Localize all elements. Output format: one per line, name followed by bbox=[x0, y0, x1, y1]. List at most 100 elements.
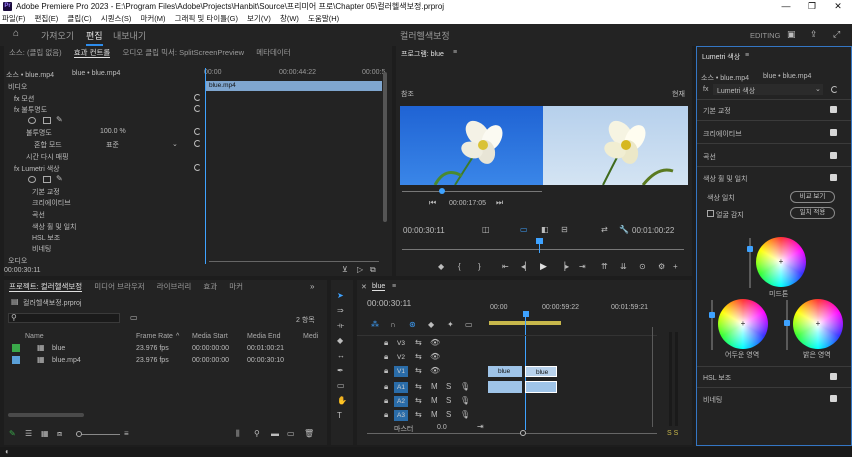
timeline-timecode[interactable]: 00:00:30:11 bbox=[367, 298, 411, 308]
step-back-frame-icon[interactable]: ◂▏ bbox=[521, 263, 531, 271]
editing-label[interactable]: EDITING bbox=[750, 31, 780, 40]
ellipse-mask-icon[interactable] bbox=[28, 117, 36, 124]
tab-audio-mixer[interactable]: 오디오 클립 믹서: SplitScreenPreview bbox=[122, 48, 244, 57]
pen-mask-icon[interactable]: ✎ bbox=[56, 116, 63, 124]
track-a1[interactable]: A1 bbox=[394, 382, 408, 393]
tab-effects[interactable]: 효과 bbox=[203, 282, 217, 291]
pen-mask-icon[interactable]: ✎ bbox=[56, 175, 63, 183]
track-a3[interactable]: A3 bbox=[394, 410, 408, 421]
ec-playhead[interactable] bbox=[205, 68, 206, 264]
menu-help[interactable]: 도움말(H) bbox=[308, 14, 339, 23]
ec-vignette[interactable]: 비네팅 bbox=[32, 244, 51, 254]
add-button-icon[interactable]: + bbox=[673, 263, 678, 271]
tab-effect-controls[interactable]: 효과 컨트롤 bbox=[73, 48, 111, 58]
wheels-enable-checkbox[interactable] bbox=[830, 174, 837, 181]
automate-icon[interactable]: ⫼ bbox=[236, 430, 240, 438]
open-icon[interactable]: ⧉ bbox=[370, 266, 376, 274]
program-playhead-handle[interactable] bbox=[536, 238, 543, 244]
rect-mask-icon[interactable] bbox=[43, 117, 51, 124]
col-media-more[interactable]: Medi bbox=[303, 333, 318, 340]
section-color-wheels[interactable]: 색상 휠 및 일치 bbox=[703, 174, 747, 184]
highlights-wheel[interactable]: + bbox=[793, 299, 843, 349]
maximize-button[interactable]: ❐ bbox=[799, 0, 825, 13]
lock-icon[interactable]: 🔒︎ bbox=[384, 411, 388, 419]
menu-marker[interactable]: 마커(M) bbox=[141, 14, 166, 23]
col-name[interactable]: Name bbox=[25, 333, 44, 340]
lock-icon[interactable]: 🔒︎ bbox=[384, 367, 388, 375]
highlights-slider[interactable] bbox=[784, 300, 790, 350]
ec-time-remap[interactable]: 시간 다시 매핑 bbox=[26, 152, 69, 162]
freeform-view-icon[interactable]: ⧈ bbox=[57, 430, 62, 438]
tab-libraries[interactable]: 라이브러리 bbox=[157, 282, 192, 291]
icon-view-icon[interactable]: ▦ bbox=[41, 430, 49, 438]
menu-edit[interactable]: 편집(E) bbox=[34, 14, 58, 23]
lock-icon[interactable]: 🔒︎ bbox=[384, 339, 388, 347]
shadows-wheel[interactable]: + bbox=[718, 299, 768, 349]
ec-motion[interactable]: 모션 bbox=[21, 96, 34, 103]
timeline-menu-icon[interactable]: ≡ bbox=[392, 283, 396, 290]
mute-button[interactable]: M bbox=[431, 397, 438, 405]
compare-view-button[interactable]: 비교 보기 bbox=[790, 191, 835, 203]
selection-tool-icon[interactable]: ➤ bbox=[337, 292, 344, 300]
home-icon[interactable]: ⌂ bbox=[13, 29, 19, 39]
timeline-scroll-knob[interactable] bbox=[520, 430, 526, 436]
audio-clip[interactable] bbox=[488, 381, 522, 393]
swap-icon[interactable]: ⇄ bbox=[601, 226, 608, 234]
eye-icon[interactable]: 👁︎ bbox=[430, 353, 440, 361]
zoom-slider-knob[interactable] bbox=[76, 431, 82, 437]
hsl-enable-checkbox[interactable] bbox=[830, 373, 837, 380]
midtones-slider[interactable] bbox=[747, 238, 753, 288]
ripple-edit-tool-icon[interactable]: ⟛ bbox=[337, 322, 344, 330]
camera-icon[interactable]: ⊙ bbox=[639, 263, 646, 271]
project-scrollbar[interactable] bbox=[8, 413, 84, 417]
track-select-tool-icon[interactable]: ⇒ bbox=[337, 307, 344, 315]
close-button[interactable]: ✕ bbox=[825, 0, 851, 13]
section-hsl[interactable]: HSL 보조 bbox=[703, 373, 731, 383]
section-creative[interactable]: 크리에이티브 bbox=[703, 129, 742, 139]
go-to-out-icon[interactable]: ⇥ bbox=[579, 263, 586, 271]
sync-icon[interactable]: ⇆ bbox=[415, 397, 422, 405]
lift-icon[interactable]: ⇈ bbox=[601, 263, 608, 271]
master-nav-icon[interactable]: ⇥ bbox=[477, 423, 484, 431]
reset-icon[interactable] bbox=[194, 164, 201, 171]
play-icon[interactable]: ▶ bbox=[540, 262, 547, 271]
tab-source[interactable]: 소스: (클립 없음) bbox=[9, 48, 62, 57]
timeline-playhead-handle[interactable] bbox=[523, 311, 529, 317]
col-media-start[interactable]: Media Start bbox=[192, 333, 228, 340]
basic-enable-checkbox[interactable] bbox=[830, 106, 837, 113]
menu-clip[interactable]: 클립(C) bbox=[67, 14, 91, 23]
tab-media-browser[interactable]: 미디어 브라우저 bbox=[94, 282, 144, 291]
menu-window[interactable]: 창(W) bbox=[280, 14, 299, 23]
panel-overflow-icon[interactable]: » bbox=[310, 283, 314, 291]
face-detect-checkbox[interactable] bbox=[707, 210, 714, 217]
menu-file[interactable]: 파일(F) bbox=[2, 14, 25, 23]
export-icon[interactable]: ▷ bbox=[357, 266, 363, 274]
ec-footer-timecode[interactable]: 00:00:30:11 bbox=[4, 267, 40, 274]
section-basic[interactable]: 기본 교정 bbox=[703, 106, 731, 116]
shadows-slider[interactable] bbox=[709, 300, 715, 350]
solo-button[interactable]: S bbox=[446, 383, 451, 391]
track-v2[interactable]: V2 bbox=[394, 352, 408, 363]
ec-basic-correction[interactable]: 기본 교정 bbox=[32, 187, 60, 197]
lumetri-menu-icon[interactable]: ≡ bbox=[745, 52, 749, 59]
wrench-icon[interactable]: 🔧 bbox=[619, 226, 629, 234]
ec-lumetri[interactable]: Lumetri 색상 bbox=[21, 166, 59, 173]
extract-icon[interactable]: ⇊ bbox=[620, 263, 627, 271]
mic-icon[interactable]: 🎙︎ bbox=[460, 383, 470, 391]
filter-icon[interactable]: ⊻ bbox=[342, 266, 348, 274]
tab-import[interactable]: 가져오기 bbox=[41, 29, 74, 42]
minimize-button[interactable]: — bbox=[773, 0, 799, 13]
rectangle-tool-icon[interactable]: ▭ bbox=[337, 382, 345, 390]
ec-color-wheels[interactable]: 색상 휠 및 일치 bbox=[32, 222, 76, 232]
mark-out-icon[interactable]: } bbox=[478, 263, 481, 271]
add-marker-icon[interactable]: ◆ bbox=[438, 263, 444, 271]
pencil-icon[interactable]: ✎ bbox=[9, 430, 16, 438]
track-v3[interactable]: V3 bbox=[394, 338, 408, 349]
mute-button[interactable]: M bbox=[431, 383, 438, 391]
sync-icon[interactable]: ⇆ bbox=[415, 367, 422, 375]
midtones-wheel[interactable]: + bbox=[756, 237, 806, 287]
video-clip-selected[interactable]: blue bbox=[525, 366, 557, 377]
type-tool-icon[interactable]: T bbox=[337, 412, 342, 420]
project-search-input[interactable] bbox=[8, 313, 120, 323]
master-value[interactable]: 0.0 bbox=[437, 424, 447, 431]
